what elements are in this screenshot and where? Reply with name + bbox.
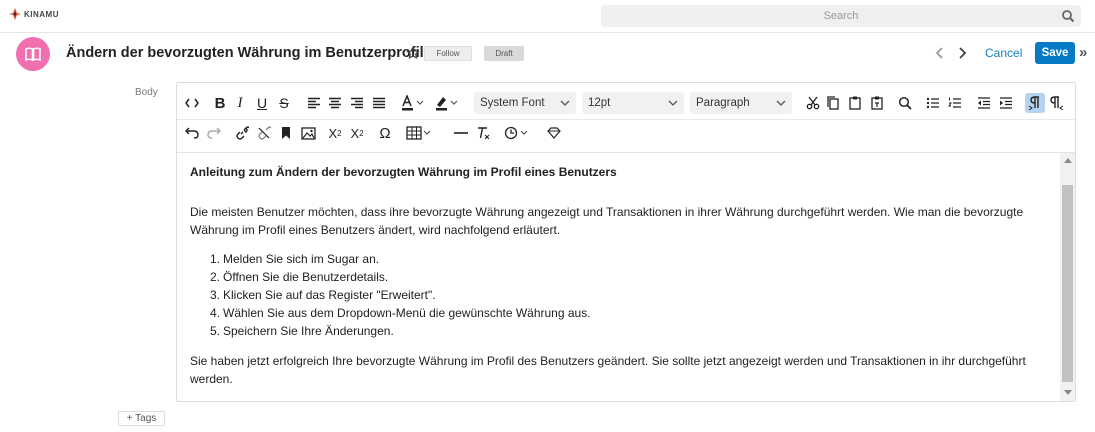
bold-icon[interactable]: B [210, 93, 230, 113]
emoticons-icon[interactable] [544, 123, 564, 143]
superscript-icon[interactable]: X2 [347, 123, 367, 143]
more-actions-button[interactable]: » [1079, 44, 1087, 61]
horizontal-line-icon[interactable] [451, 123, 471, 143]
follow-button[interactable]: Follow [424, 46, 472, 61]
unlink-icon[interactable] [254, 123, 274, 143]
add-tags-button[interactable]: + Tags [118, 411, 165, 426]
record-avatar [16, 37, 50, 71]
image-icon[interactable] [298, 123, 318, 143]
conclusion-paragraph: Sie haben jetzt erfolgreich Ihre bevorzu… [190, 354, 1026, 386]
table-icon[interactable] [405, 123, 435, 143]
scroll-up-arrow-icon[interactable] [1064, 158, 1072, 163]
subscript-icon[interactable]: X2 [325, 123, 345, 143]
list-item: 3. Klicken Sie auf das Register "Erweiter… [190, 286, 1040, 304]
list-item-text: Öffnen Sie die Benutzerdetails. [223, 270, 389, 284]
align-center-icon[interactable] [325, 93, 345, 113]
list-item-number: 4. [210, 306, 221, 320]
chevron-down-icon [560, 100, 570, 106]
block-format-value: Paragraph [696, 97, 750, 109]
strikethrough-icon[interactable]: S [274, 93, 294, 113]
underline-icon[interactable]: U [252, 93, 272, 113]
list-item-number: 1. [210, 252, 221, 266]
indent-icon[interactable] [996, 93, 1016, 113]
paste-as-text-icon[interactable] [867, 93, 887, 113]
bookmark-icon[interactable] [276, 123, 296, 143]
editor-content[interactable]: Anleitung zum Ändern der bevorzugten Wäh… [177, 153, 1060, 401]
chevron-right-icon[interactable] [956, 46, 968, 60]
list-item: 1. Melden Sie sich im Sugar an. [190, 250, 1040, 268]
steps-list: 1. Melden Sie sich im Sugar an. 2. Öffnen … [190, 250, 1040, 340]
logo-text: KINAMU [24, 9, 59, 19]
kinamu-logo-icon [9, 8, 21, 20]
cut-icon[interactable] [803, 93, 823, 113]
toolbar-row-2: X2 X2 Ω [177, 121, 1075, 145]
font-family-value: System Font [480, 97, 545, 109]
list-item-text: Wählen Sie aus dem Dropdown-Menü die gew… [223, 306, 591, 320]
paste-icon[interactable] [845, 93, 865, 113]
insert-datetime-icon[interactable] [503, 123, 533, 143]
rich-text-editor: B I U S System Font 12pt Paragraph X 2 X… [176, 82, 1076, 402]
favorite-star-icon[interactable] [406, 46, 420, 60]
bullet-list-icon[interactable] [923, 93, 943, 113]
list-item-text: Klicken Sie auf das Register "Erweitert"… [223, 288, 436, 302]
global-search[interactable]: Search [601, 5, 1081, 27]
chevron-down-icon [776, 100, 786, 106]
list-item: 2. Öffnen Sie die Benutzerdetails. [190, 268, 1040, 286]
list-item: 4. Wählen Sie aus dem Dropdown-Menü die g… [190, 304, 1040, 322]
align-right-icon[interactable] [347, 93, 367, 113]
scrollbar-thumb[interactable] [1062, 185, 1073, 382]
find-replace-icon[interactable] [895, 93, 915, 113]
status-badge: Draft [484, 46, 524, 61]
block-format-select[interactable]: Paragraph [690, 92, 792, 114]
intro-paragraph: Die meisten Benutzer möchten, dass ihre … [190, 205, 1024, 237]
editor-scrollbar[interactable] [1060, 153, 1075, 401]
book-icon [25, 47, 41, 61]
document-heading: Anleitung zum Ändern der bevorzugten Wäh… [190, 165, 617, 179]
list-item: 5. Speichern Sie Ihre Änderungen. [190, 322, 1040, 340]
list-item-number: 5. [210, 324, 221, 338]
redo-icon[interactable] [204, 123, 224, 143]
highlight-color-icon[interactable] [433, 93, 463, 113]
font-family-select[interactable]: System Font [474, 92, 576, 114]
undo-icon[interactable] [182, 123, 202, 143]
search-input[interactable]: Search [601, 5, 1081, 27]
editor-toolbar: B I U S System Font 12pt Paragraph X 2 X… [177, 83, 1075, 153]
text-color-icon[interactable] [399, 93, 429, 113]
page-title: Ändern der bevorzugten Währung im Benutz… [66, 45, 424, 61]
align-left-icon[interactable] [304, 93, 324, 113]
clear-formatting-icon[interactable] [473, 123, 493, 143]
scroll-down-arrow-icon[interactable] [1064, 390, 1072, 395]
italic-icon[interactable]: I [230, 93, 250, 113]
font-size-select[interactable]: 12pt [582, 92, 684, 114]
app-logo[interactable]: KINAMU [8, 7, 59, 21]
cancel-button[interactable]: Cancel [985, 46, 1022, 60]
chevron-left-icon[interactable] [934, 46, 946, 60]
search-icon[interactable] [1061, 9, 1075, 23]
copy-icon[interactable] [823, 93, 843, 113]
font-size-value: 12pt [588, 97, 611, 109]
outdent-icon[interactable] [974, 93, 994, 113]
list-item-number: 3. [210, 288, 221, 302]
top-bar: KINAMU Search [0, 0, 1095, 33]
special-character-icon[interactable]: Ω [375, 123, 395, 143]
numbered-list-icon[interactable] [945, 93, 965, 113]
list-item-text: Speichern Sie Ihre Änderungen. [223, 324, 394, 338]
source-code-icon[interactable] [182, 93, 202, 113]
list-item-text: Melden Sie sich im Sugar an. [223, 252, 380, 266]
body-field-label: Body [135, 87, 158, 98]
right-to-left-icon[interactable] [1047, 93, 1067, 113]
left-to-right-icon[interactable] [1025, 93, 1045, 113]
save-button[interactable]: Save [1035, 42, 1075, 64]
toolbar-row-1: B I U S System Font 12pt Paragraph [177, 91, 1075, 115]
link-icon[interactable] [232, 123, 252, 143]
list-item-number: 2. [210, 270, 221, 284]
align-justify-icon[interactable] [369, 93, 389, 113]
toolbar-row-divider [177, 119, 1075, 120]
chevron-down-icon [668, 100, 678, 106]
